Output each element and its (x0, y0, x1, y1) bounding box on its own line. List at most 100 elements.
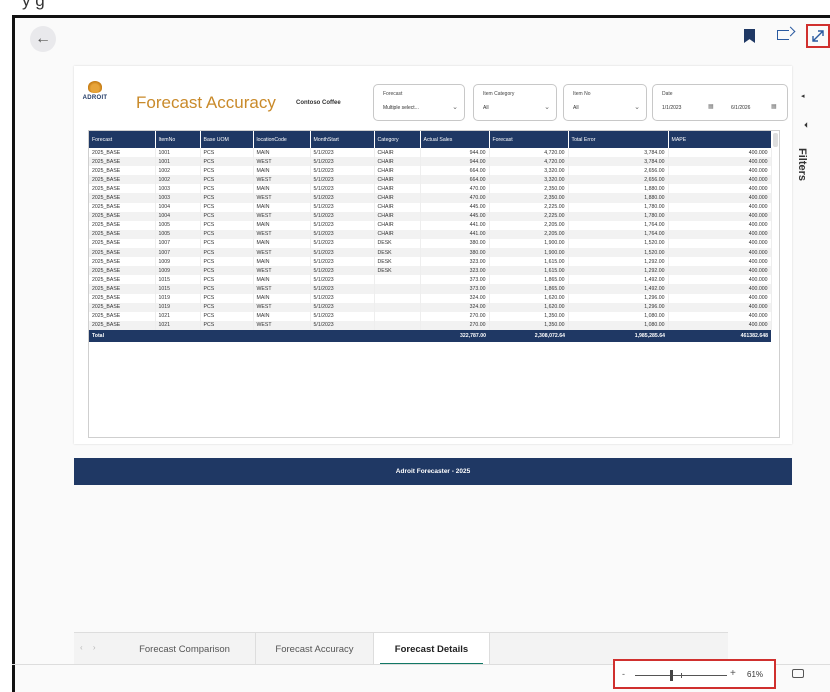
chevron-down-icon: ⌄ (452, 104, 458, 111)
table-cell: 1,880.00 (568, 184, 669, 194)
table-row[interactable]: 2025_BASE 1002 PCS MAIN 5/1/2023 CHAIR 664.00 3… (89, 166, 772, 176)
table-cell: 1,292.00 (568, 266, 669, 276)
expand-icon[interactable] (806, 24, 830, 48)
date-slicer[interactable]: Date 1/1/2023 ▦ 6/1/2026 ▦ (652, 84, 788, 121)
collapse-arrow-icon[interactable]: ◂ (801, 92, 805, 100)
table-cell: 1,865.00 (489, 284, 569, 294)
table-cell: 1002 (155, 175, 201, 185)
table-cell: 1019 (155, 302, 201, 312)
total-label: Total (89, 329, 155, 342)
tab-scroll-arrows-icon[interactable]: ‹ › (80, 643, 100, 652)
column-header[interactable]: MAPE (668, 131, 772, 148)
table-cell: 1,492.00 (568, 275, 669, 285)
table-cell: 441.00 (420, 220, 490, 230)
table-row[interactable]: 2025_BASE 1004 PCS WEST 5/1/2023 CHAIR 445.00 2… (89, 211, 772, 221)
table-cell: 2025_BASE (89, 238, 156, 249)
table-cell: PCS (200, 266, 254, 276)
forecast-details-table[interactable]: Forecast ItemNo Base UOM locationCode MonthS… (88, 130, 780, 438)
zoom-out-icon[interactable]: - (622, 669, 625, 679)
column-header[interactable]: locationCode (253, 131, 311, 148)
column-header[interactable]: Base UOM (200, 131, 254, 148)
table-cell: 1005 (155, 220, 201, 230)
column-header[interactable]: MonthStart (310, 131, 375, 148)
share-icon[interactable] (777, 30, 789, 40)
table-cell: 2,225.00 (489, 211, 569, 221)
table-cell: 400.000 (668, 320, 772, 330)
table-cell: 5/1/2023 (310, 148, 375, 158)
table-cell: 1,780.00 (568, 202, 669, 212)
table-cell: 400.000 (668, 275, 772, 285)
column-header[interactable]: ItemNo (155, 131, 201, 148)
table-row[interactable]: 2025_BASE 1001 PCS MAIN 5/1/2023 CHAIR 944.00 4… (89, 148, 772, 158)
zoom-in-icon[interactable]: + (730, 668, 736, 679)
column-header[interactable]: Forecast (89, 131, 156, 148)
back-arrow-icon[interactable]: ← (30, 26, 56, 52)
tab-forecast-comparison[interactable]: Forecast Comparison (114, 633, 256, 665)
zoom-control[interactable]: - + 61% (613, 659, 776, 689)
column-header[interactable]: Forecast (489, 131, 569, 148)
table-row[interactable]: 2025_BASE 1021 PCS MAIN 5/1/2023 270.00 1,350.… (89, 311, 772, 321)
table-cell: 5/1/2023 (310, 266, 375, 276)
table-cell: WEST (253, 229, 311, 239)
table-row[interactable]: 2025_BASE 1003 PCS MAIN 5/1/2023 CHAIR 470.00 2… (89, 184, 772, 194)
table-row[interactable]: 2025_BASE 1015 PCS MAIN 5/1/2023 373.00 1,865.… (89, 275, 772, 285)
calendar-icon[interactable]: ▦ (708, 103, 714, 110)
column-header[interactable]: Category (374, 131, 421, 148)
table-row[interactable]: 2025_BASE 1019 PCS WEST 5/1/2023 324.00 1,620.… (89, 302, 772, 312)
table-row[interactable]: 2025_BASE 1003 PCS WEST 5/1/2023 CHAIR 470.00 2… (89, 193, 772, 203)
table-cell: 1,292.00 (568, 257, 669, 267)
table-cell: 5/1/2023 (310, 229, 375, 239)
table-cell: 380.00 (420, 238, 490, 249)
table-cell: 1015 (155, 275, 201, 285)
tab-forecast-accuracy[interactable]: Forecast Accuracy (256, 633, 374, 665)
slicer-value: All (573, 105, 579, 111)
chevron-down-icon: ⌄ (634, 104, 640, 111)
table-row[interactable]: 2025_BASE 1015 PCS WEST 5/1/2023 373.00 1,865.… (89, 284, 772, 294)
fit-to-page-icon[interactable] (792, 669, 804, 678)
tab-forecast-details[interactable]: Forecast Details (374, 633, 490, 665)
table-cell: 4,720.00 (489, 148, 569, 158)
table-row[interactable]: 2025_BASE 1005 PCS MAIN 5/1/2023 CHAIR 441.00 2… (89, 220, 772, 230)
table-cell: 2025_BASE (89, 175, 156, 185)
calendar-icon[interactable]: ▦ (771, 103, 777, 110)
table-row[interactable]: 2025_BASE 1009 PCS MAIN 5/1/2023 DESK 323.00 1,… (89, 257, 772, 267)
table-cell: 1,615.00 (489, 257, 569, 267)
table-cell: 5/1/2023 (310, 302, 375, 312)
table-cell: DESK (374, 257, 421, 267)
table-cell: 323.00 (420, 257, 490, 267)
table-row[interactable]: 2025_BASE 1002 PCS WEST 5/1/2023 CHAIR 664.00 3… (89, 175, 772, 185)
column-header[interactable]: Total Error (568, 131, 669, 148)
slicer-value: All (483, 105, 489, 111)
table-header-row: Forecast ItemNo Base UOM locationCode MonthS… (89, 131, 772, 148)
table-cell: PCS (200, 184, 254, 194)
table-row[interactable]: 2025_BASE 1004 PCS MAIN 5/1/2023 CHAIR 445.00 2… (89, 202, 772, 212)
table-row[interactable]: 2025_BASE 1019 PCS MAIN 5/1/2023 324.00 1,620.… (89, 293, 772, 303)
table-cell: 2025_BASE (89, 202, 156, 212)
table-cell: MAIN (253, 257, 311, 267)
total-forecast: 2,308,072.64 (489, 329, 568, 342)
item-no-slicer[interactable]: Item No All ⌄ (563, 84, 647, 121)
table-row[interactable]: 2025_BASE 1005 PCS WEST 5/1/2023 CHAIR 441.00 2… (89, 229, 772, 239)
table-cell: 4,720.00 (489, 157, 569, 167)
forecast-slicer[interactable]: Forecast Multiple select... ⌄ (373, 84, 465, 121)
brand-logo: ADROIT (82, 81, 108, 109)
table-cell: 270.00 (420, 320, 490, 330)
table-cell: PCS (200, 284, 254, 294)
table-cell: PCS (200, 193, 254, 203)
table-cell: 1,520.00 (568, 238, 669, 249)
column-header[interactable]: Actual Sales (420, 131, 490, 148)
item-category-slicer[interactable]: Item Category All ⌄ (473, 84, 557, 121)
zoom-slider-thumb[interactable] (670, 670, 673, 681)
table-row[interactable]: 2025_BASE 1001 PCS WEST 5/1/2023 CHAIR 944.00 4… (89, 157, 772, 167)
table-row[interactable]: 2025_BASE 1007 PCS WEST 5/1/2023 DESK 380.00 1,… (89, 248, 772, 258)
table-row[interactable]: 2025_BASE 1009 PCS WEST 5/1/2023 DESK 323.00 1,… (89, 266, 772, 276)
table-row[interactable]: 2025_BASE 1021 PCS WEST 5/1/2023 270.00 1,350.… (89, 320, 772, 330)
date-to[interactable]: 6/1/2026 (731, 105, 750, 111)
table-row[interactable]: 2025_BASE 1007 PCS MAIN 5/1/2023 DESK 380.00 1,… (89, 238, 772, 249)
filters-label[interactable]: Filters (796, 148, 808, 181)
table-scrollbar[interactable] (773, 133, 778, 147)
slicer-label: Forecast (383, 91, 403, 97)
table-cell: 5/1/2023 (310, 257, 375, 267)
table-cell: 400.000 (668, 184, 772, 194)
date-from[interactable]: 1/1/2023 (662, 105, 681, 111)
